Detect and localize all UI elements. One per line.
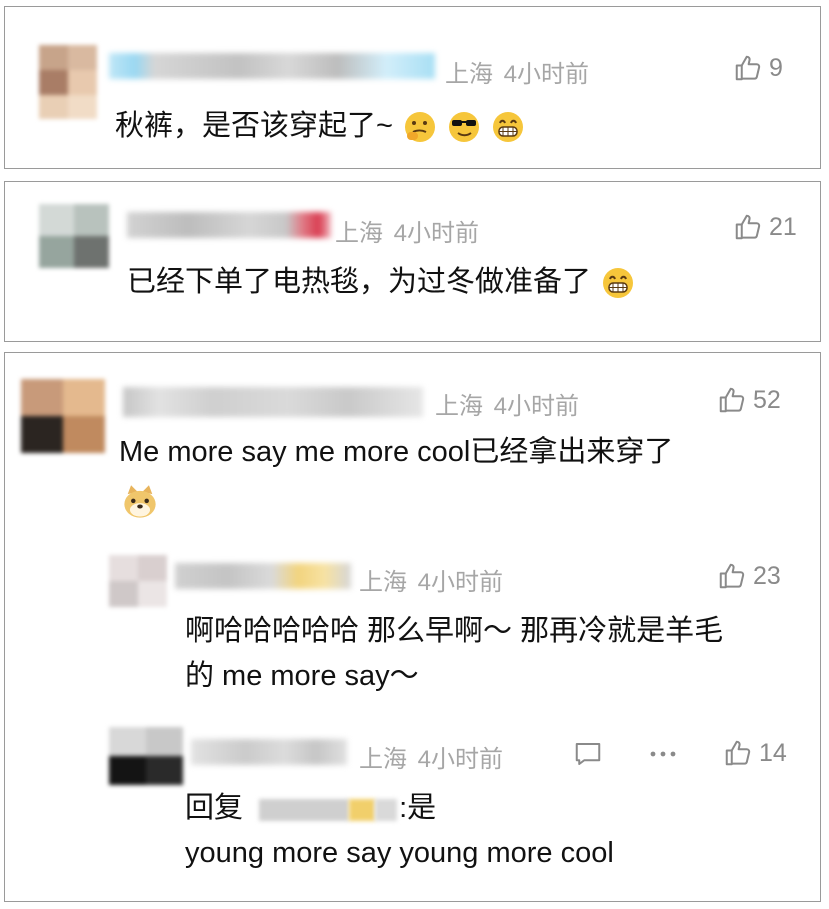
- comment-meta: 上海 4小时前: [435, 386, 579, 421]
- username-masked[interactable]: [127, 212, 331, 238]
- comment-text: Me more say me more cool已经拿出来穿了: [119, 436, 674, 468]
- comment-location: 上海: [435, 393, 483, 420]
- avatar[interactable]: [39, 204, 109, 268]
- comment-time: 4小时前: [393, 220, 480, 247]
- comment-location: 上海: [335, 220, 383, 247]
- reply-text-line1: 啊哈哈哈哈哈 那么早啊～ 那再冷就是羊毛: [185, 615, 724, 647]
- comment-location: 上海: [445, 61, 493, 88]
- comment-time: 4小时前: [493, 393, 580, 420]
- comment-bubble-icon[interactable]: [573, 739, 603, 769]
- comment-card-1: 上海 4小时前 9 秋裤，是否该穿起了~: [4, 6, 821, 169]
- comment-card-2: 上海 4小时前 21 已经下单了电热毯，为过冬做准备了: [4, 181, 821, 342]
- more-dots-icon[interactable]: [648, 749, 678, 759]
- reply-avatar[interactable]: [109, 727, 183, 785]
- thumb-up-icon: [725, 740, 751, 766]
- username-masked[interactable]: [109, 53, 435, 79]
- like-count: 52: [753, 385, 781, 414]
- doge-emoji: [124, 485, 156, 518]
- like-count: 21: [769, 212, 797, 241]
- comment-text: 已经下单了电热毯，为过冬做准备了: [127, 260, 635, 304]
- like-button[interactable]: 52: [717, 385, 781, 415]
- reply-prefix: 回复: [185, 792, 244, 824]
- grin-emoji: [493, 112, 524, 143]
- avatar[interactable]: [39, 45, 97, 119]
- username-masked[interactable]: [123, 387, 423, 417]
- like-button[interactable]: 9: [733, 53, 783, 83]
- comment-time: 4小时前: [503, 61, 590, 88]
- reply-suffix: :是: [399, 792, 437, 824]
- username-masked[interactable]: [191, 739, 347, 765]
- avatar[interactable]: [21, 379, 105, 453]
- reply-time: 4小时前: [417, 746, 504, 773]
- thumb-up-icon: [719, 387, 745, 413]
- reply-meta: 上海 4小时前: [359, 739, 503, 774]
- comment-text: 秋裤，是否该穿起了~: [115, 104, 525, 148]
- reply-location: 上海: [359, 746, 407, 773]
- thumb-up-icon: [735, 214, 761, 240]
- thinking-emoji: [405, 112, 435, 143]
- reply-text-line2: young more say young more cool: [185, 837, 614, 869]
- like-button[interactable]: 23: [717, 561, 781, 591]
- reply-text-line2: 的 me more say～: [185, 660, 419, 692]
- thumb-up-icon: [735, 55, 761, 81]
- reply-text-line1: 回复 :是: [185, 786, 436, 830]
- like-button[interactable]: 14: [723, 738, 787, 768]
- reply-meta: 上海 4小时前: [359, 562, 503, 597]
- like-count: 14: [759, 738, 787, 767]
- grin-emoji: [603, 268, 634, 299]
- mentioned-username-masked[interactable]: [251, 795, 399, 823]
- username-masked[interactable]: [175, 563, 351, 589]
- like-count: 23: [753, 561, 781, 590]
- reply-time: 4小时前: [417, 569, 504, 596]
- sunglasses-emoji: [449, 112, 480, 143]
- like-button[interactable]: 21: [733, 212, 797, 242]
- comment-card-3: 上海 4小时前 52 Me more say me more cool已经拿出来…: [4, 352, 821, 902]
- reply-location: 上海: [359, 569, 407, 596]
- thumb-up-icon: [719, 563, 745, 589]
- like-count: 9: [769, 53, 783, 82]
- comment-meta: 上海 4小时前: [445, 54, 589, 89]
- comment-meta: 上海 4小时前: [335, 213, 479, 248]
- reply-avatar[interactable]: [109, 555, 167, 607]
